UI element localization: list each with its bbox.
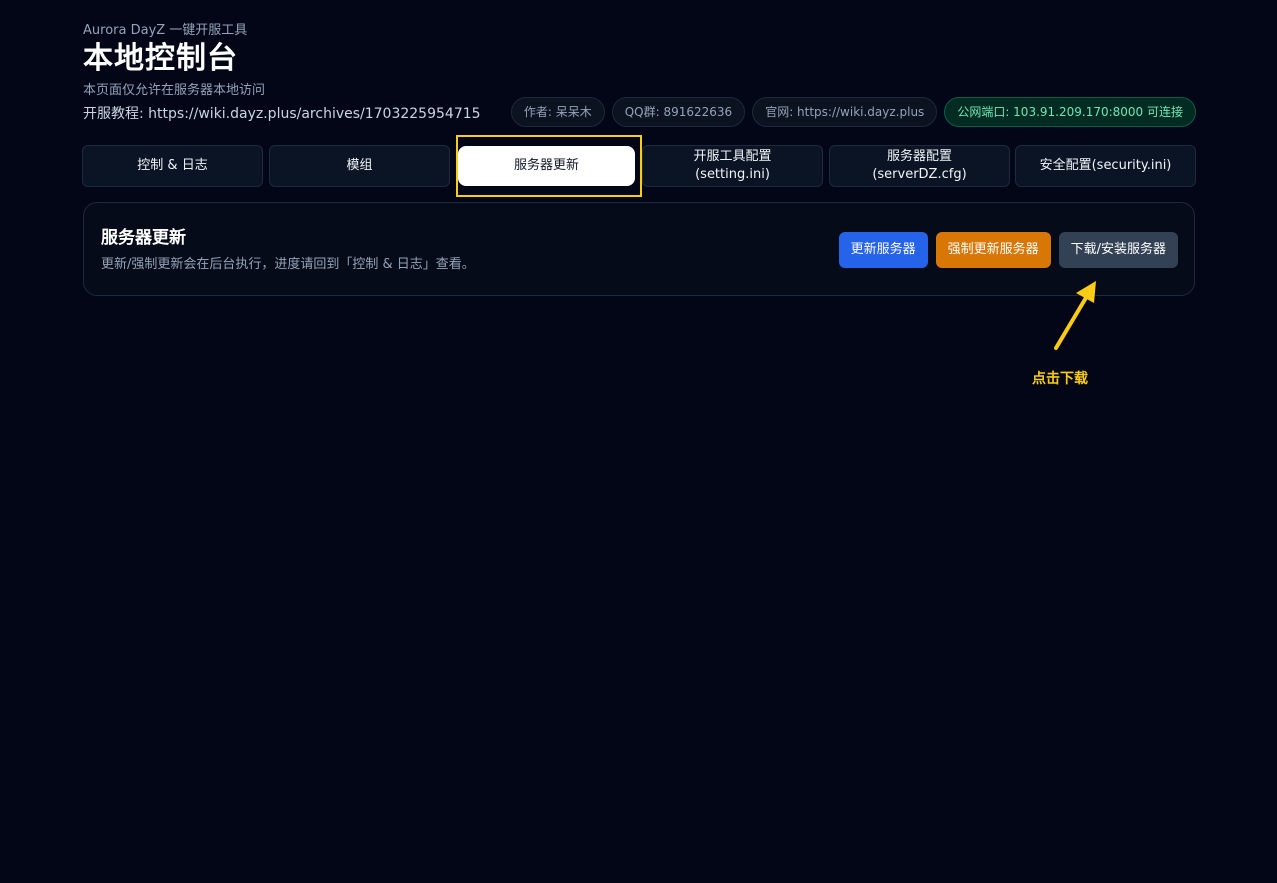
tab-server-config[interactable]: 服务器配置 (serverDZ.cfg) [829, 145, 1010, 187]
tab-label: 服务器配置 [886, 149, 952, 164]
qq-group-badge: QQ群: 891622636 [611, 97, 746, 127]
tab-label: 安全配置(security.ini) [1039, 158, 1172, 173]
panel-description: 更新/强制更新会在后台执行，进度请回到「控制 & 日志」查看。 [101, 257, 475, 272]
tab-label: 控制 & 日志 [137, 158, 208, 173]
force-update-server-button[interactable]: 强制更新服务器 [935, 232, 1051, 268]
page-title: 本地控制台 [83, 41, 238, 76]
tab-tool-config[interactable]: 开服工具配置 (setting.ini) [642, 145, 823, 187]
info-pills: 作者: 呆呆木 QQ群: 891622636 官网: https://wiki.… [510, 97, 1196, 127]
tab-label: 模组 [346, 158, 373, 173]
author-badge: 作者: 呆呆木 [510, 97, 605, 127]
tab-sublabel: (serverDZ.cfg) [872, 167, 967, 182]
tab-mods[interactable]: 模组 [269, 145, 450, 187]
active-tab-highlight-box [456, 135, 642, 197]
tab-sublabel: (setting.ini) [695, 167, 770, 182]
header: Aurora DayZ 一键开服工具 本地控制台 本页面仅允许在服务器本地访问 … [83, 22, 481, 124]
tutorial-link[interactable]: 开服教程: https://wiki.dayz.plus/archives/17… [83, 104, 481, 124]
panel-actions: 更新服务器 强制更新服务器 下载/安装服务器 [838, 232, 1178, 268]
download-install-server-button[interactable]: 下载/安装服务器 [1058, 232, 1178, 268]
annotation-label: 点击下载 [1032, 371, 1088, 387]
website-badge[interactable]: 官网: https://wiki.dayz.plus [752, 97, 938, 127]
panel-title: 服务器更新 [101, 228, 186, 248]
page: Aurora DayZ 一键开服工具 本地控制台 本页面仅允许在服务器本地访问 … [0, 0, 1277, 883]
tab-security-config[interactable]: 安全配置(security.ini) [1015, 145, 1196, 187]
brand-name: Aurora DayZ 一键开服工具 [83, 23, 248, 38]
server-update-panel: 服务器更新 更新/强制更新会在后台执行，进度请回到「控制 & 日志」查看。 更新… [83, 202, 1195, 296]
annotation-arrow-icon [1054, 281, 1096, 350]
tab-label: 开服工具配置 [693, 149, 772, 164]
local-access-note: 本页面仅允许在服务器本地访问 [83, 83, 266, 98]
public-port-status-badge: 公网端口: 103.91.209.170:8000 可连接 [944, 97, 1196, 127]
tab-control-log[interactable]: 控制 & 日志 [82, 145, 263, 187]
update-server-button[interactable]: 更新服务器 [838, 232, 928, 268]
